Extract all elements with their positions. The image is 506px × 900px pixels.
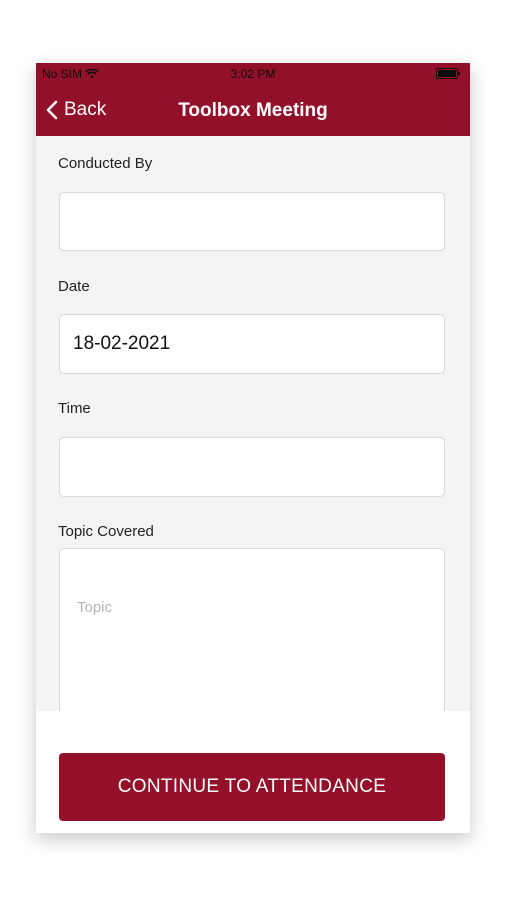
continue-to-attendance-button[interactable]: CONTINUE TO ATTENDANCE xyxy=(59,753,445,821)
date-field[interactable]: 18-02-2021 xyxy=(59,314,445,374)
conducted-by-label: Conducted By xyxy=(58,155,153,172)
navigation-bar: Back Toolbox Meeting xyxy=(36,85,470,136)
battery-icon xyxy=(436,68,460,79)
page-title: Toolbox Meeting xyxy=(178,100,328,121)
status-time: 3:02 PM xyxy=(230,67,276,81)
date-label: Date xyxy=(58,278,90,295)
phone-screen: No SIM 3:02 PM Back Toolbox Meeting Cond… xyxy=(36,63,470,833)
time-field[interactable] xyxy=(59,437,445,497)
status-bar: No SIM 3:02 PM xyxy=(36,63,470,85)
topic-covered-label: Topic Covered xyxy=(58,523,154,540)
conducted-by-field[interactable] xyxy=(59,192,445,251)
time-label: Time xyxy=(58,400,91,417)
app-header: No SIM 3:02 PM Back Toolbox Meeting xyxy=(36,63,470,136)
footer-bar: CONTINUE TO ATTENDANCE xyxy=(36,711,470,833)
